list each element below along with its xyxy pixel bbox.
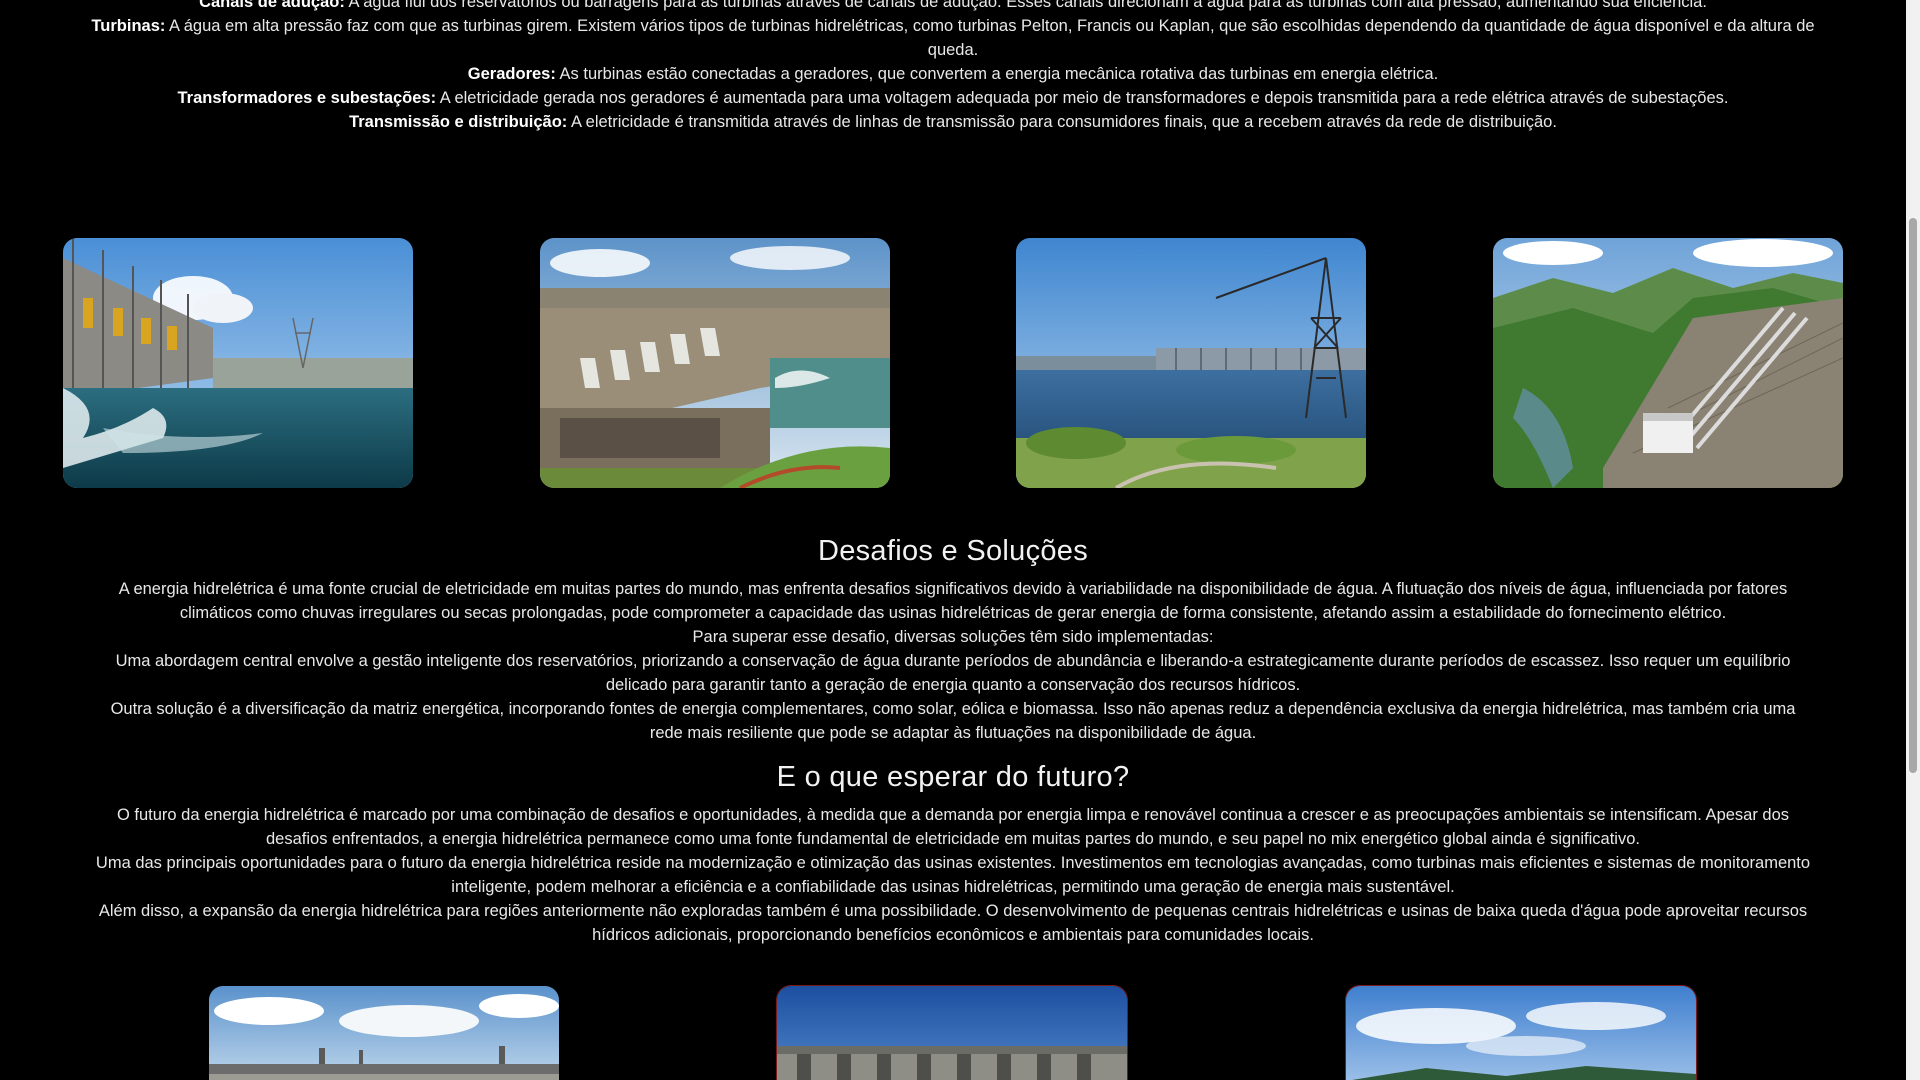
gallery-image-dam-spillway: [63, 238, 413, 488]
process-text: As turbinas estão conectadas a geradores…: [555, 65, 1439, 83]
future-text: O futuro da energia hidrelétrica é marca…: [95, 803, 1811, 947]
process-term: Transformadores e subestações:: [177, 89, 437, 107]
gallery-image-lake-view: [1346, 986, 1696, 1080]
process-term: Canais de adução:: [199, 0, 345, 11]
gallery-image-gate-dam: [777, 986, 1127, 1080]
future-paragraph: Além disso, a expansão da energia hidrel…: [98, 902, 1808, 944]
main-content: Canais de adução: A água flui dos reserv…: [0, 0, 1906, 1080]
gallery-image-itaipu-dam: [540, 238, 890, 488]
challenges-text: A energia hidrelétrica é uma fonte cruci…: [95, 577, 1811, 745]
process-text: A água flui dos reservatórios ou barrage…: [344, 0, 1707, 11]
vertical-scrollbar[interactable]: [1906, 0, 1920, 1080]
section-title-challenges: Desafios e Soluções: [817, 535, 1089, 567]
challenges-paragraph: Uma abordagem central envolve a gestão i…: [115, 652, 1791, 694]
process-term: Turbinas:: [91, 17, 166, 35]
future-paragraph: O futuro da energia hidrelétrica é marca…: [116, 806, 1790, 848]
section-title-future: E o que esperar do futuro?: [776, 761, 1130, 793]
hydro-process-list: Canais de adução: A água flui dos reserv…: [90, 0, 1816, 134]
gallery-image-river-dam: [1016, 238, 1366, 488]
process-text: A eletricidade é transmitida através de …: [567, 113, 1557, 131]
process-item: Transmissão e distribuição: A eletricida…: [90, 110, 1816, 134]
challenges-paragraph: Para superar esse desafio, diversas solu…: [692, 628, 1214, 646]
process-term: Geradores:: [467, 65, 556, 83]
future-paragraph: Uma das principais oportunidades para o …: [95, 854, 1811, 896]
process-item: Turbinas: A água em alta pressão faz com…: [90, 14, 1816, 62]
challenges-paragraph: Outra solução é a diversificação da matr…: [110, 700, 1796, 742]
process-item: Canais de adução: A água flui dos reserv…: [90, 0, 1816, 14]
gallery-image-bridge-dam: [209, 986, 559, 1080]
challenges-paragraph: A energia hidrelétrica é uma fonte cruci…: [118, 580, 1788, 622]
gallery-image-mountain-plant: [1493, 238, 1843, 488]
process-text: A água em alta pressão faz com que as tu…: [165, 17, 1815, 59]
process-item: Geradores: As turbinas estão conectadas …: [90, 62, 1816, 86]
page: Canais de adução: A água flui dos reserv…: [0, 0, 1920, 1080]
process-text: A eletricidade gerada nos geradores é au…: [436, 89, 1729, 107]
process-item: Transformadores e subestações: A eletric…: [90, 86, 1816, 110]
scrollbar-thumb[interactable]: [1909, 218, 1917, 773]
process-term: Transmissão e distribuição:: [349, 113, 568, 131]
